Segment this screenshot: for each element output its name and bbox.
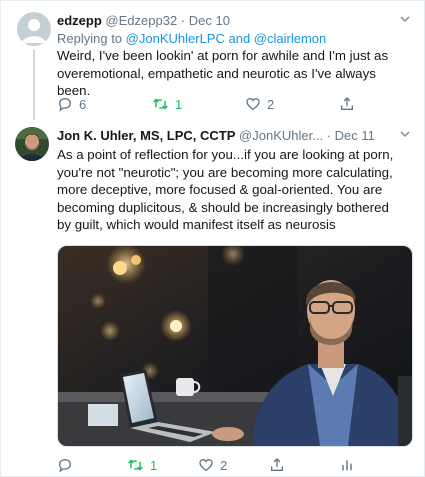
- tweet-actions: 6 1 2: [57, 96, 387, 116]
- retweet-count: 1: [150, 457, 158, 473]
- heart-icon: [199, 458, 213, 472]
- timestamp[interactable]: Dec 10: [189, 13, 230, 28]
- replying-to: Replying to @JonKUhlerLPC and @clairlemo…: [57, 31, 326, 46]
- chevron-down-icon[interactable]: [399, 128, 411, 143]
- handle[interactable]: @JonKUhler...: [239, 128, 323, 143]
- retweet-count: 1: [175, 96, 183, 112]
- reply-button[interactable]: 6: [57, 96, 86, 112]
- replying-and: and: [228, 31, 251, 46]
- analytics-icon: [342, 460, 352, 471]
- tweet-jon-k-uhler[interactable]: Jon K. Uhler, MS, LPC, CCTP @JonKUhler..…: [0, 122, 425, 477]
- retweet-icon: [128, 459, 143, 471]
- photo-man-with-laptop: [58, 246, 412, 446]
- like-button[interactable]: 2: [245, 96, 274, 112]
- reply-button[interactable]: [57, 457, 79, 473]
- tweet-actions: 1 2: [57, 457, 387, 477]
- display-name[interactable]: edzepp: [57, 13, 102, 28]
- retweet-button[interactable]: 1: [127, 457, 157, 473]
- tweet-text: As a point of reflection for you...if yo…: [57, 147, 394, 232]
- avatar-default[interactable]: [17, 12, 51, 46]
- like-button[interactable]: 2: [198, 457, 227, 473]
- retweet-button[interactable]: 1: [152, 96, 182, 112]
- thread-line: [33, 50, 35, 120]
- share-button[interactable]: [269, 457, 285, 473]
- retweet-icon: [153, 98, 168, 110]
- tweet-photo[interactable]: [57, 245, 413, 447]
- tweet-header: Jon K. Uhler, MS, LPC, CCTP @JonKUhler..…: [57, 128, 375, 143]
- mention-link[interactable]: @clairlemon: [254, 31, 326, 46]
- analytics-button[interactable]: [339, 457, 355, 473]
- share-icon: [271, 458, 283, 471]
- share-button[interactable]: [339, 96, 355, 112]
- display-name[interactable]: Jon K. Uhler, MS, LPC, CCTP: [57, 128, 235, 143]
- separator: ·: [180, 13, 186, 28]
- tweet-edzepp[interactable]: edzepp @Edzepp32 · Dec 10 Replying to @J…: [0, 0, 425, 122]
- reply-icon: [58, 97, 72, 112]
- tweet-header: edzepp @Edzepp32 · Dec 10: [57, 13, 230, 28]
- tweet-text: Weird, I've been lookin' at porn for awh…: [57, 48, 389, 98]
- mention-link[interactable]: @JonKUhlerLPC: [126, 31, 225, 46]
- like-count: 2: [267, 96, 275, 112]
- timestamp[interactable]: Dec 11: [335, 128, 375, 143]
- like-count: 2: [220, 457, 228, 473]
- replying-prefix: Replying to: [57, 31, 123, 46]
- share-icon: [341, 97, 353, 110]
- reply-icon: [58, 458, 72, 473]
- handle[interactable]: @Edzepp32: [105, 13, 177, 28]
- chevron-down-icon[interactable]: [399, 13, 411, 28]
- avatar-photo[interactable]: [15, 127, 49, 161]
- reply-count: 6: [79, 96, 87, 112]
- heart-icon: [246, 97, 260, 111]
- separator: ·: [326, 128, 332, 143]
